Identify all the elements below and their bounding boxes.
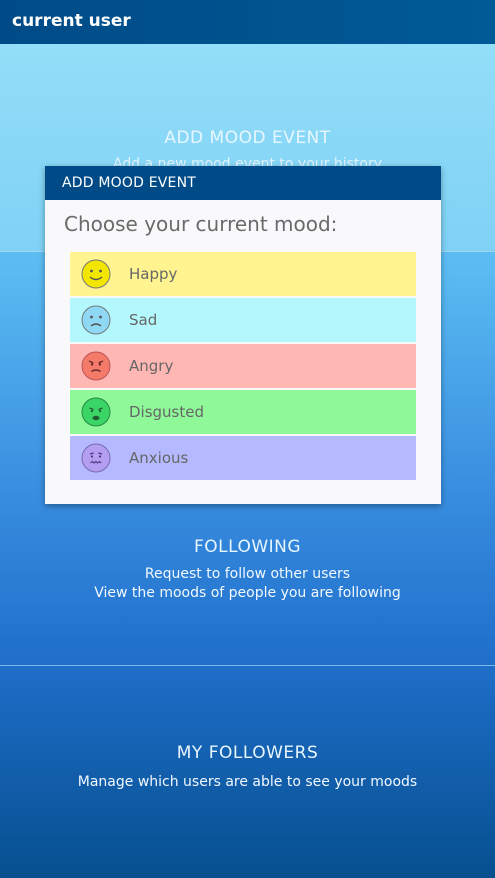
current-user-label: current user <box>12 11 131 31</box>
mood-label-anxious: Anxious <box>129 449 189 467</box>
disgusted-face-icon <box>81 397 111 427</box>
mood-question: Choose your current mood: <box>64 212 338 236</box>
following-description-2: View the moods of people you are followi… <box>94 585 401 601</box>
mood-label-sad: Sad <box>129 311 158 329</box>
angry-face-icon <box>81 351 111 381</box>
followers-section[interactable]: MY FOLLOWERS Manage which users are able… <box>0 667 495 878</box>
mood-option-sad[interactable]: Sad <box>70 298 416 342</box>
dialog-header: ADD MOOD EVENT <box>45 166 441 200</box>
mood-option-disgusted[interactable]: Disgusted <box>70 390 416 434</box>
mood-option-angry[interactable]: Angry <box>70 344 416 388</box>
anxious-face-icon <box>81 443 111 473</box>
followers-description: Manage which users are able to see your … <box>77 774 418 790</box>
add-mood-dialog: ADD MOOD EVENT Choose your current mood:… <box>45 166 441 504</box>
happy-face-icon <box>81 259 111 289</box>
mood-label-disgusted: Disgusted <box>129 403 205 421</box>
mood-label-happy: Happy <box>129 265 178 283</box>
add-mood-title: ADD MOOD EVENT <box>164 128 331 148</box>
mood-label-angry: Angry <box>129 357 174 375</box>
following-title: FOLLOWING <box>193 537 302 557</box>
following-description-1: Request to follow other users <box>144 566 351 582</box>
top-bar: current user <box>0 0 495 44</box>
mood-option-happy[interactable]: Happy <box>70 252 416 296</box>
dialog-title: ADD MOOD EVENT <box>62 175 197 191</box>
mood-list: Happy Sad Angry Disgusted Anxious <box>70 252 416 482</box>
sad-face-icon <box>81 305 111 335</box>
followers-title: MY FOLLOWERS <box>176 743 319 763</box>
mood-option-anxious[interactable]: Anxious <box>70 436 416 480</box>
